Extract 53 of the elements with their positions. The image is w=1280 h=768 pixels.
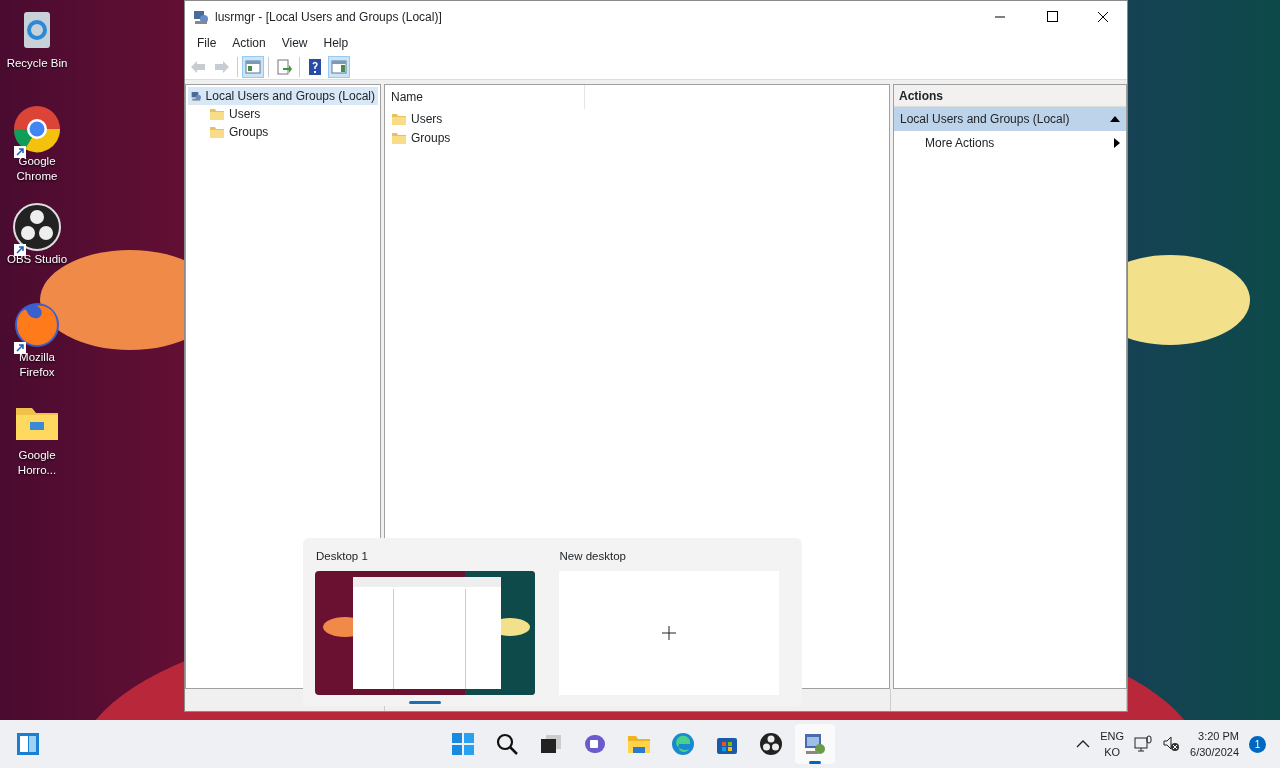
collapse-icon [1110,116,1120,122]
chat-icon [583,732,607,756]
action-item[interactable]: More Actions [894,131,1126,155]
network-icon[interactable] [1134,735,1153,753]
shortcut-arrow-icon [14,146,26,158]
panel-icon [244,57,262,76]
tree-item[interactable]: Local Users and Groups (Local) [188,87,378,105]
help-icon [306,57,324,76]
notification-badge[interactable]: 1 [1249,735,1266,753]
folder-icon [209,124,225,140]
window-title: lusrmgr - [Local Users and Groups (Local)] [215,8,443,26]
list-item[interactable]: Users [411,109,443,128]
folder-icon [209,106,225,122]
muted-speaker-icon[interactable] [1162,735,1181,753]
tree-item[interactable]: Users [206,105,378,123]
browser-icon [671,732,695,756]
desktop-icon-label[interactable]: Mozilla Firefox [2,350,72,380]
panel-button[interactable] [328,55,350,78]
desktop-icon-label[interactable]: Google Horro... [2,448,72,478]
submenu-arrow-icon [1114,138,1120,148]
task-view-icon [539,732,563,756]
actions-header: Actions [894,85,1126,107]
list-item[interactable]: Groups [411,128,451,147]
chevron-up-icon[interactable] [1076,740,1091,748]
panel-button[interactable] [242,55,264,78]
browser-icon[interactable] [12,300,62,350]
column-header[interactable]: Name [385,85,585,109]
desktop-icon-label[interactable]: Google Chrome [2,154,72,184]
menu-item[interactable]: Help [315,34,357,52]
management-console-icon [803,732,827,756]
close-icon [1097,10,1111,23]
shortcut-arrow-icon [14,342,26,354]
shortcut-arrow-icon [14,244,26,256]
panel-icon [330,57,348,76]
clock[interactable]: 3:20 PM 6/30/2024 [1190,728,1239,760]
browser-icon[interactable] [12,104,62,154]
tree-item[interactable]: Groups [206,123,378,141]
plus-icon [661,626,676,641]
action-section-header[interactable]: Local Users and Groups (Local) [894,107,1126,131]
desktop-icon [16,732,40,756]
maximize-icon [1045,10,1059,23]
menu-item[interactable]: File [189,34,225,52]
export-list-icon [275,57,293,76]
language-indicator[interactable]: ENG KO [1100,728,1125,760]
management-console-button[interactable] [795,724,835,764]
desktop-label[interactable]: New desktop [558,548,790,566]
menu-item[interactable]: View [273,34,316,52]
search-icon [495,732,519,756]
desktop-label[interactable]: Desktop 1 [315,548,547,566]
start-icon [451,732,475,756]
desktop-icon-label[interactable]: Recycle Bin [6,56,68,71]
menu-item[interactable]: Action [224,34,274,52]
app-icon [193,8,209,25]
